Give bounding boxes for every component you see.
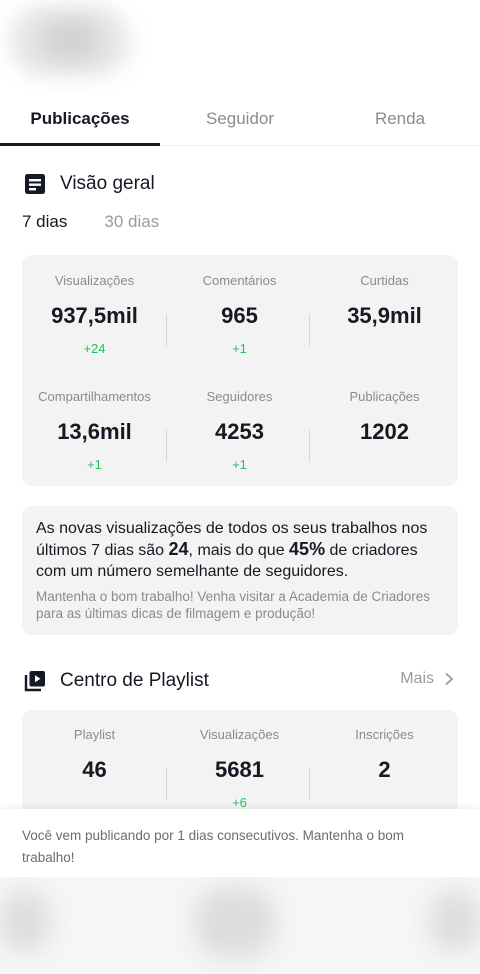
period-selector: 7 dias 30 dias [22,212,159,232]
stat-label: Visualizações [54,273,135,288]
stat-label: Curtidas [360,273,409,288]
document-icon [24,173,46,195]
stat-publicacoes[interactable]: Publicações 1202 [312,388,457,474]
tab-renda[interactable]: Renda [320,92,480,145]
stat-divider [166,430,167,462]
tab-publicacoes[interactable]: Publicações [0,92,160,146]
stat-label: Publicações [349,389,420,404]
blurred-shape [40,20,100,60]
playlist-stats-row: Playlist 46 Visualizações 5681 +6 Inscri… [22,726,458,812]
stats-row-1: Visualizações 937,5mil +24 Comentários 9… [22,272,458,358]
stat-delta: +1 [232,341,247,356]
stat-label: Inscrições [355,727,414,742]
stat-comentarios[interactable]: Comentários 965 +1 [167,272,312,358]
top-tab-bar: Publicações Seguidor Renda [0,92,480,146]
playlist-title: Centro de Playlist [60,670,209,691]
stat-label: Visualizações [199,727,280,742]
stat-seguidores[interactable]: Seguidores 4253 +1 [167,388,312,474]
stat-delta [312,340,457,358]
summary-card: As novas visualizações de todos os seus … [22,506,458,635]
chevron-right-icon [445,672,454,686]
summary-percent: 45% [289,539,326,559]
stat-visualizacoes[interactable]: Visualizações 937,5mil +24 [22,272,167,358]
stat-divider [166,314,167,346]
stat-label: Compartilhamentos [38,389,151,404]
stat-value: 1202 [360,419,409,444]
summary-text-part: , mais do que [188,542,290,559]
more-label: Mais [400,670,434,687]
playlist-icon [24,670,46,692]
stat-curtidas[interactable]: Curtidas 35,9mil [312,272,457,358]
summary-text: As novas visualizações de todos os seus … [36,518,444,582]
blurred-profile-header [0,0,480,92]
overview-header: Visão geral [24,173,155,195]
stat-value: 4253 [215,419,264,444]
blurred-nav-item [0,891,50,951]
stat-value: 2 [378,757,391,782]
stat-value: 46 [82,757,107,782]
stat-playlist-visualizacoes[interactable]: Visualizações 5681 +6 [167,726,312,812]
blurred-nav-item [195,887,275,957]
period-30-dias[interactable]: 30 dias [104,212,159,232]
playlist-header: Centro de Playlist [24,670,209,692]
summary-count: 24 [168,539,189,559]
academy-tip[interactable]: Mantenha o bom trabalho! Venha visitar a… [36,588,444,622]
stat-value: 35,9mil [347,303,422,328]
playlist-stats-card: Playlist 46 Visualizações 5681 +6 Inscri… [22,710,458,820]
blurred-nav-item [430,891,480,951]
overview-title: Visão geral [60,173,155,194]
streak-banner: Você vem publicando por 1 dias consecuti… [0,809,480,877]
stat-value: 5681 [215,757,264,782]
blurred-bottom-nav [0,877,480,974]
stat-delta: +1 [87,457,102,472]
stat-compartilhamentos[interactable]: Compartilhamentos 13,6mil +1 [22,388,167,474]
stat-value: 13,6mil [57,419,132,444]
stat-value: 965 [221,303,258,328]
stat-delta: +24 [83,341,106,356]
stat-delta [312,456,457,474]
stat-label: Playlist [73,727,116,742]
stat-label: Seguidores [206,389,273,404]
stat-value: 937,5mil [51,303,138,328]
stat-divider [309,430,310,462]
more-link[interactable]: Mais [400,670,454,688]
stat-divider [309,314,310,346]
stat-inscricoes[interactable]: Inscrições 2 [312,726,457,812]
stat-delta: +1 [232,457,247,472]
period-7-dias[interactable]: 7 dias [22,212,67,232]
stat-divider [309,768,310,800]
tab-seguidor[interactable]: Seguidor [160,92,320,145]
overview-stats-card: Visualizações 937,5mil +24 Comentários 9… [22,255,458,486]
stat-label: Comentários [202,273,277,288]
stat-playlist[interactable]: Playlist 46 [22,726,167,812]
stat-divider [166,768,167,800]
stats-row-2: Compartilhamentos 13,6mil +1 Seguidores … [22,388,458,474]
